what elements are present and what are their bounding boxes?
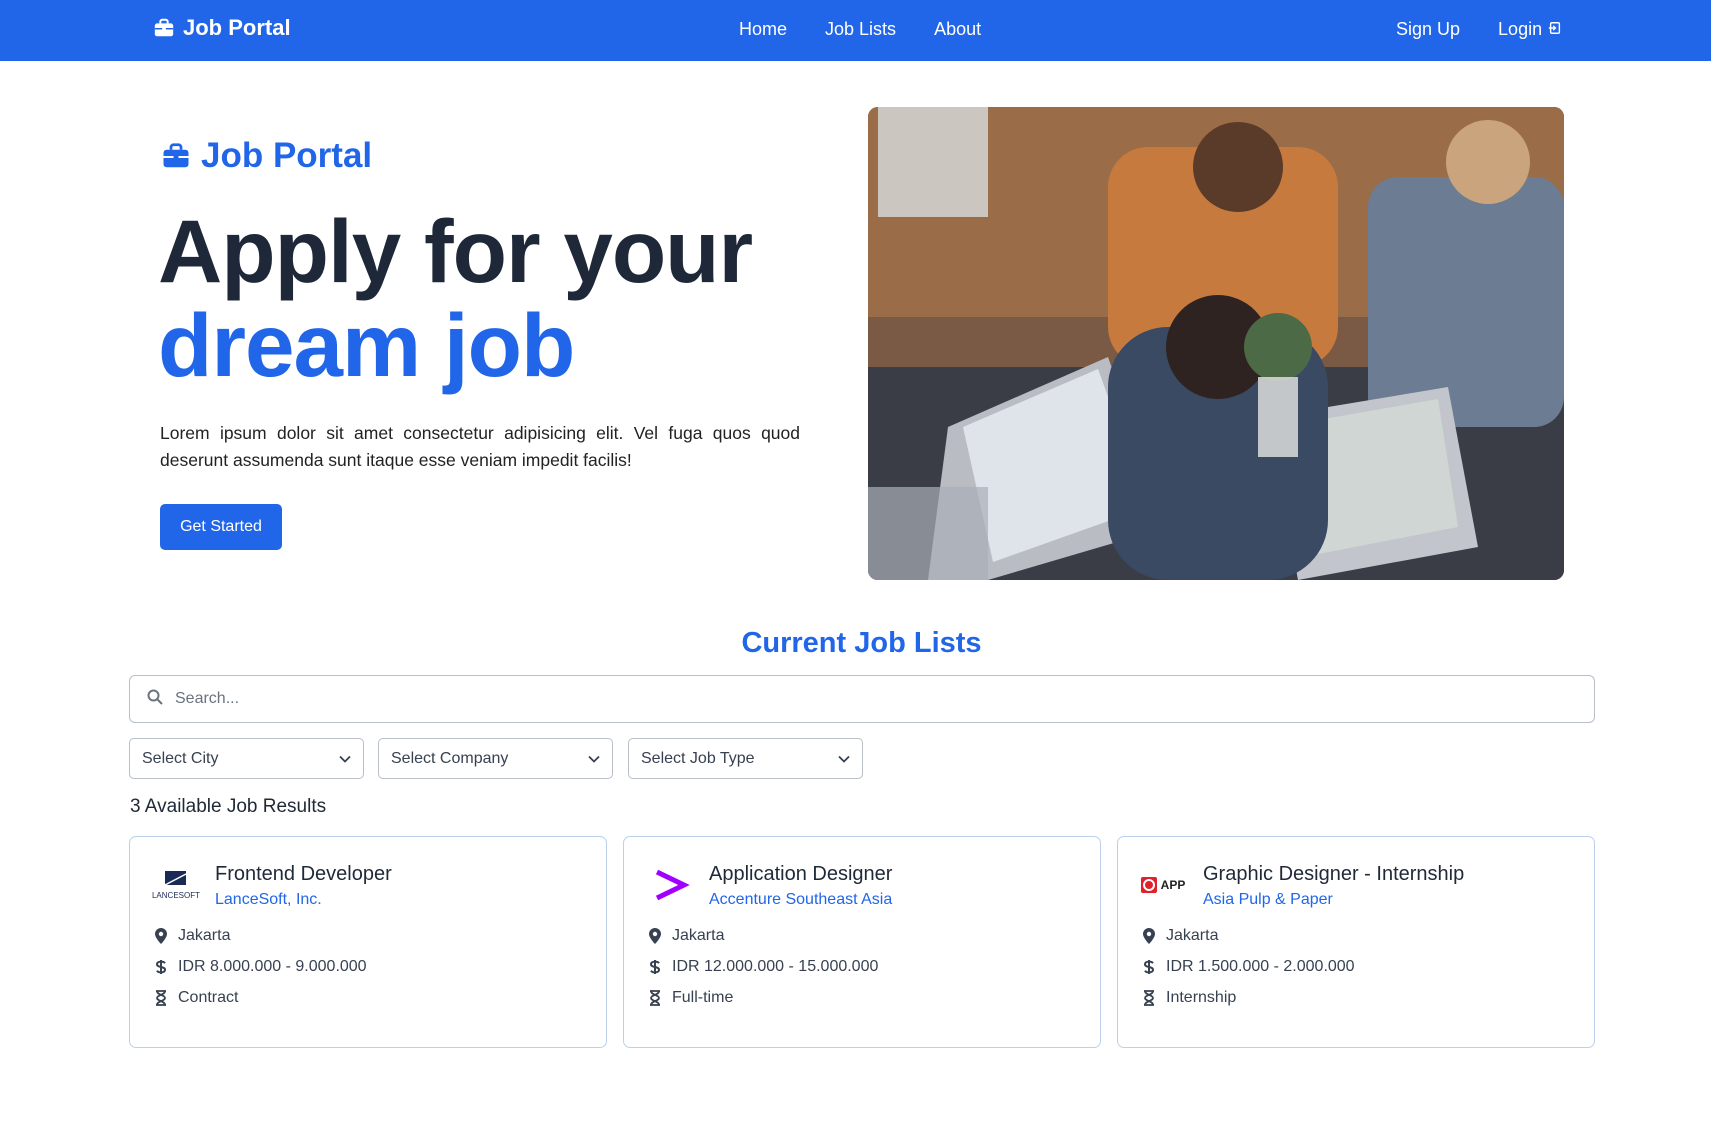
select-job-type[interactable]: Select Job Type	[628, 738, 863, 779]
job-card[interactable]: LANCESOFT Frontend Developer LanceSoft, …	[129, 836, 607, 1048]
dollar-icon	[648, 959, 662, 975]
job-type: Contract	[154, 989, 238, 1007]
company-logo: LANCESOFT	[150, 865, 202, 905]
navbar-brand-label: Job Portal	[183, 15, 291, 40]
get-started-button[interactable]: Get Started	[160, 504, 282, 550]
job-title[interactable]: Frontend Developer	[215, 863, 392, 886]
select-company[interactable]: Select Company	[378, 738, 613, 779]
job-company[interactable]: Asia Pulp & Paper	[1203, 891, 1333, 909]
job-company[interactable]: Accenture Southeast Asia	[709, 891, 892, 909]
chevron-down-icon	[339, 750, 351, 768]
hero-title: Apply for your dream job	[158, 201, 753, 395]
dollar-icon	[1142, 959, 1156, 975]
job-location: Jakarta	[1142, 927, 1218, 945]
hourglass-icon	[154, 990, 168, 1006]
signup-link[interactable]: Sign Up	[1396, 19, 1460, 40]
job-type: Full-time	[648, 989, 733, 1007]
job-salary: IDR 12.000.000 - 15.000.000	[648, 958, 878, 976]
job-card[interactable]: Application Designer Accenture Southeast…	[623, 836, 1101, 1048]
login-link[interactable]: Login	[1498, 19, 1562, 40]
select-city[interactable]: Select City	[129, 738, 364, 779]
chevron-down-icon	[838, 750, 850, 768]
hero-title-line1: Apply for your	[158, 201, 753, 301]
nav-about[interactable]: About	[934, 19, 981, 40]
job-salary-label: IDR 1.500.000 - 2.000.000	[1166, 958, 1355, 975]
map-pin-icon	[648, 928, 662, 944]
job-salary-label: IDR 8.000.000 - 9.000.000	[178, 958, 367, 975]
select-company-label: Select Company	[391, 749, 509, 767]
nav-home[interactable]: Home	[739, 19, 787, 40]
job-type: Internship	[1142, 989, 1236, 1007]
chevron-down-icon	[588, 750, 600, 768]
job-type-label: Contract	[178, 989, 239, 1006]
results-count: 3 Available Job Results	[130, 796, 327, 817]
map-pin-icon	[1142, 928, 1156, 944]
login-icon	[1548, 19, 1562, 40]
navbar: Job Portal Home Job Lists About Sign Up …	[0, 0, 1711, 61]
hero-description: Lorem ipsum dolor sit amet consectetur a…	[160, 423, 800, 470]
lancesoft-logo-text: LANCESOFT	[152, 891, 200, 900]
accenture-logo	[655, 869, 690, 901]
job-location: Jakarta	[648, 927, 724, 945]
job-location: Jakarta	[154, 927, 230, 945]
nav-links: Home Job Lists About	[739, 19, 981, 40]
team-working-photo	[868, 107, 1564, 580]
briefcase-icon	[161, 141, 191, 171]
company-logo	[644, 865, 696, 905]
company-logo: APP	[1138, 865, 1190, 905]
select-job-type-label: Select Job Type	[641, 749, 755, 767]
hourglass-icon	[1142, 990, 1156, 1006]
briefcase-icon	[153, 17, 175, 39]
nav-job-lists[interactable]: Job Lists	[825, 19, 896, 40]
job-location-label: Jakarta	[672, 927, 725, 944]
nav-auth: Sign Up Login	[1396, 19, 1562, 40]
app-logo-text: APP	[1161, 878, 1186, 892]
job-location-label: Jakarta	[178, 927, 231, 944]
hero-photo	[868, 107, 1564, 580]
job-title[interactable]: Application Designer	[709, 863, 892, 886]
hero-title-line2: dream job	[158, 295, 575, 395]
job-type-label: Full-time	[672, 989, 734, 1006]
job-title[interactable]: Graphic Designer - Internship	[1203, 863, 1464, 886]
search-bar	[129, 675, 1595, 723]
job-salary: IDR 1.500.000 - 2.000.000	[1142, 958, 1355, 976]
job-salary-label: IDR 12.000.000 - 15.000.000	[672, 958, 879, 975]
job-company[interactable]: LanceSoft, Inc.	[215, 891, 322, 909]
section-title: Current Job Lists	[741, 627, 982, 659]
map-pin-icon	[154, 928, 168, 944]
job-type-label: Internship	[1166, 989, 1237, 1006]
hero-brand: Job Portal	[161, 136, 372, 176]
job-card[interactable]: APP Graphic Designer - Internship Asia P…	[1117, 836, 1595, 1048]
hourglass-icon	[648, 990, 662, 1006]
search-icon	[147, 689, 163, 710]
navbar-brand[interactable]: Job Portal	[153, 15, 291, 41]
hero-brand-label: Job Portal	[201, 136, 373, 175]
search-input[interactable]	[175, 690, 1555, 708]
dollar-icon	[154, 959, 168, 975]
select-city-label: Select City	[142, 749, 219, 767]
job-salary: IDR 8.000.000 - 9.000.000	[154, 958, 367, 976]
login-label: Login	[1498, 19, 1543, 39]
job-location-label: Jakarta	[1166, 927, 1219, 944]
